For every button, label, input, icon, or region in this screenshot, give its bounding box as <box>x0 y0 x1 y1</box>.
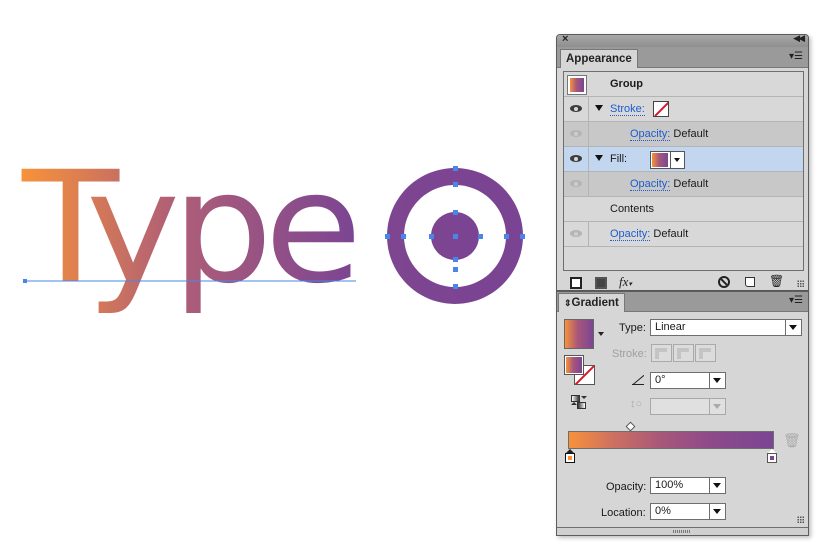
visibility-eye-icon[interactable] <box>570 130 582 137</box>
opacity-label: Opacity: <box>606 481 647 493</box>
visibility-eye-icon[interactable] <box>570 180 582 187</box>
angle-field[interactable]: 0° <box>650 372 726 389</box>
panel-menu-icon[interactable]: ▾☰ <box>789 51 803 62</box>
contents-label: Contents <box>610 203 655 215</box>
group-thumbnail <box>567 75 587 95</box>
location-field[interactable]: 0% <box>650 503 726 520</box>
disclosure-triangle-icon[interactable] <box>595 105 603 111</box>
row-group-opacity[interactable]: Opacity: Default <box>564 222 803 247</box>
aspect-ratio-icon: ↕○ <box>630 398 643 410</box>
fill-label: Fill: <box>610 153 628 165</box>
row-fill-opacity[interactable]: Opacity: Default <box>564 172 803 197</box>
stroke-within-button <box>651 344 672 362</box>
fill-stroke-swatches[interactable] <box>564 355 595 385</box>
collapse-icon[interactable]: ◀◀ <box>793 33 805 44</box>
panel-resize-bar[interactable] <box>557 527 808 535</box>
row-group[interactable]: Group <box>564 72 803 97</box>
gradient-slider[interactable] <box>568 431 774 449</box>
add-new-stroke-icon[interactable] <box>570 277 582 289</box>
stroke-link[interactable]: Stroke: <box>610 103 645 116</box>
row-contents[interactable]: Contents <box>564 197 803 222</box>
fill-swatch[interactable] <box>564 355 584 375</box>
clear-appearance-icon[interactable] <box>718 276 730 288</box>
appearance-footer: fx▾ 🗑 <box>557 273 808 291</box>
tab-appearance[interactable]: Appearance <box>560 49 638 68</box>
row-fill[interactable]: Fill: <box>564 147 803 172</box>
stroke-across-button <box>695 344 716 362</box>
artboard[interactable]: Type <box>0 0 545 554</box>
delete-stop-trash-icon: 🗑 <box>783 432 801 448</box>
tab-gradient[interactable]: ⇕Gradient <box>558 293 625 312</box>
opacity-field[interactable]: 100% <box>650 477 726 494</box>
opacity-value: Default <box>673 178 709 190</box>
type-dropdown[interactable]: Linear <box>650 319 802 336</box>
add-new-fill-icon[interactable] <box>595 277 607 289</box>
tab-row: Appearance ▾☰ <box>557 47 808 68</box>
gradient-midpoint-handle[interactable] <box>625 421 636 432</box>
gradient-stop-start[interactable] <box>565 449 575 463</box>
aspect-ratio-field <box>650 398 726 415</box>
trash-icon[interactable]: 🗑 <box>769 274 784 288</box>
disclosure-triangle-icon[interactable] <box>595 155 603 161</box>
angle-icon <box>632 375 644 385</box>
reverse-gradient-icon[interactable] <box>571 395 587 409</box>
text-anchor-handle[interactable] <box>23 279 27 283</box>
duplicate-item-icon[interactable] <box>745 277 755 287</box>
type-label: Type: <box>619 322 646 334</box>
stroke-none-swatch[interactable] <box>653 101 669 117</box>
panel-titlebar[interactable]: × ◀◀ <box>557 33 808 47</box>
opacity-link[interactable]: Opacity: <box>630 128 671 141</box>
gradient-preview-swatch[interactable] <box>564 319 594 349</box>
stroke-label: Stroke: <box>612 348 647 360</box>
appearance-panel: × ◀◀ Appearance ▾☰ Group Stroke: Opacity… <box>556 33 809 291</box>
fill-swatch-dropdown[interactable] <box>650 151 685 169</box>
fx-icon[interactable]: fx▾ <box>619 274 632 290</box>
gradient-stop-end[interactable] <box>767 449 777 463</box>
resize-grip[interactable] <box>797 516 805 524</box>
panel-menu-icon[interactable]: ▾☰ <box>789 295 803 306</box>
location-label: Location: <box>601 507 646 519</box>
close-icon[interactable]: × <box>562 33 568 45</box>
visibility-eye-icon[interactable] <box>570 230 582 237</box>
row-stroke[interactable]: Stroke: <box>564 97 803 122</box>
opacity-value: Default <box>653 228 689 240</box>
appearance-list: Group Stroke: Opacity: Default Fill: Opa… <box>563 71 804 271</box>
opacity-value: Default <box>673 128 709 140</box>
opacity-link[interactable]: Opacity: <box>610 228 651 241</box>
resize-grip[interactable] <box>797 280 805 288</box>
row-stroke-opacity[interactable]: Opacity: Default <box>564 122 803 147</box>
visibility-eye-icon[interactable] <box>570 105 582 112</box>
type-text-object[interactable]: Type <box>21 139 362 318</box>
visibility-eye-icon[interactable] <box>570 155 582 162</box>
gradient-swatch-dropdown-icon[interactable] <box>598 332 604 336</box>
group-label: Group <box>610 78 643 90</box>
tab-row: ⇕Gradient ▾☰ <box>557 292 808 312</box>
stroke-along-button <box>673 344 694 362</box>
gradient-panel: ⇕Gradient ▾☰ Type: Linear Stroke: 0° ↕○ … <box>556 291 809 536</box>
opacity-link[interactable]: Opacity: <box>630 178 671 191</box>
